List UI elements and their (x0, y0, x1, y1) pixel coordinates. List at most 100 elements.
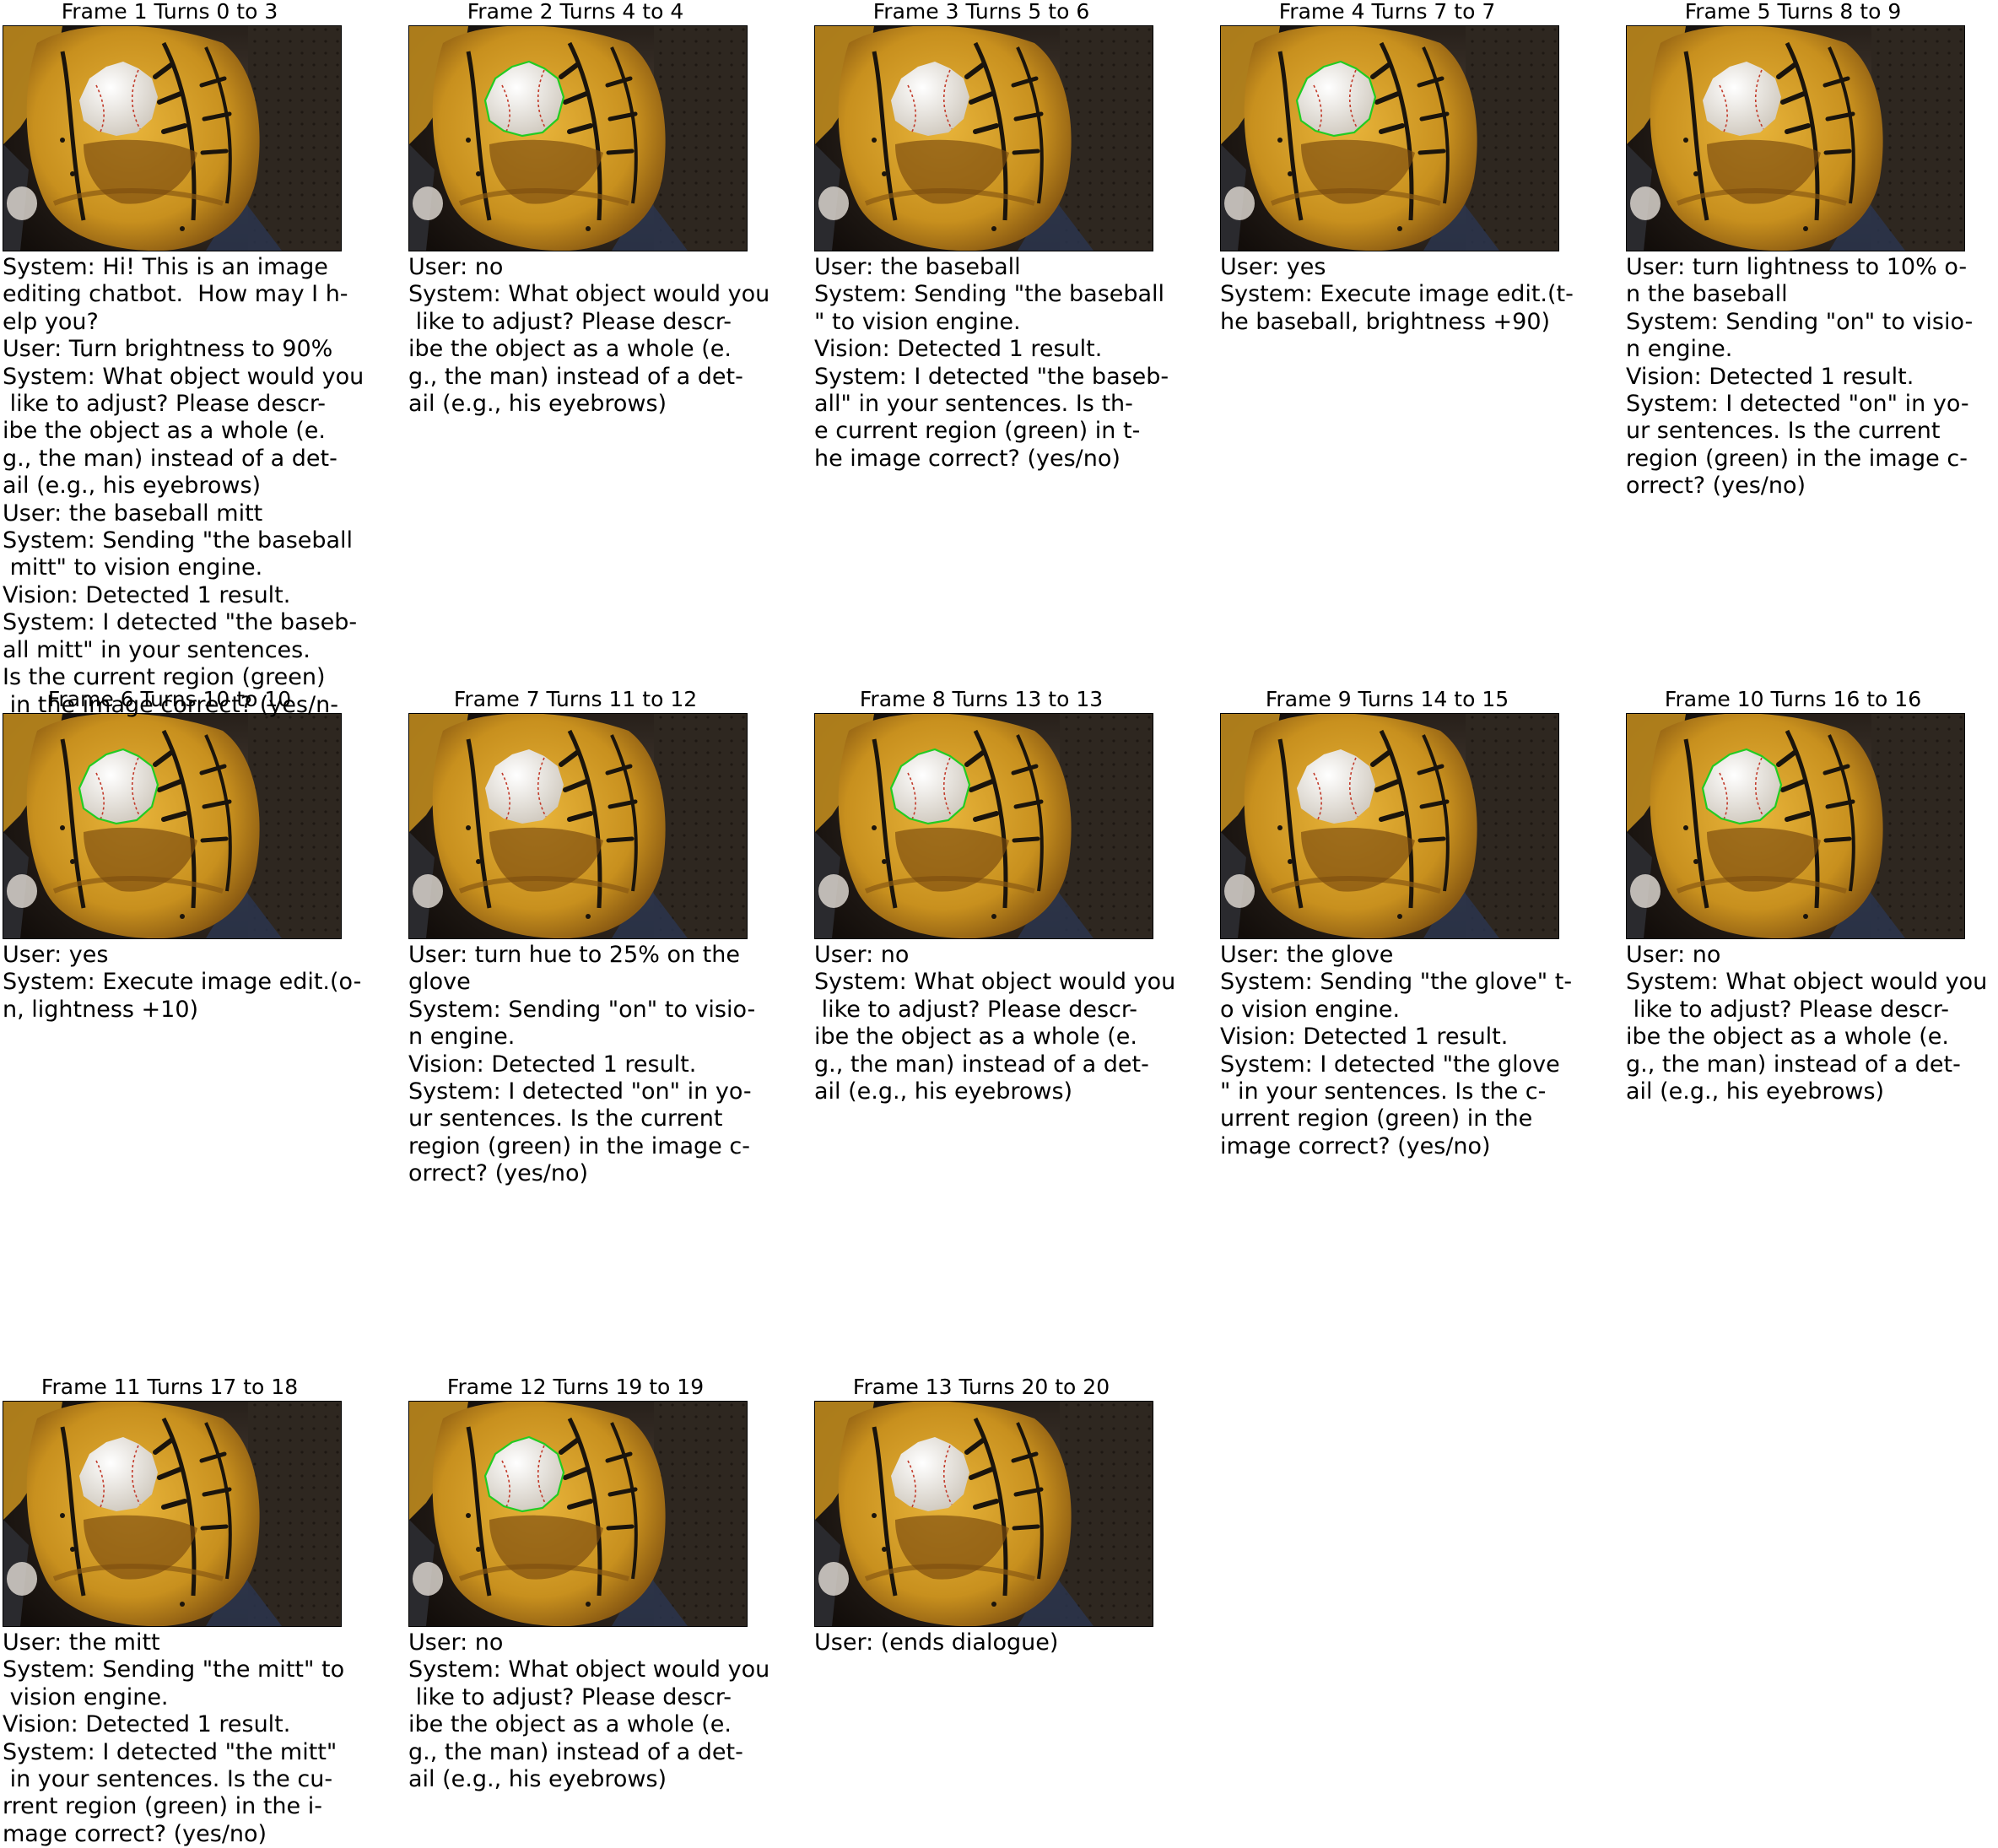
baseball-glove-photo (1221, 26, 1558, 251)
dialogue-line: ail (e.g., his eyebrows) (408, 391, 667, 418)
dialogue-line: he baseball, brightness +90) (1220, 308, 1551, 335)
dialogue-line: ail (e.g., his eyebrows) (1626, 1078, 1885, 1105)
dialogue-line: System: What object would you (3, 363, 364, 390)
dialogue-text: User: yes System: Execute image edit.(t-h… (1220, 254, 1621, 336)
frame-image (3, 25, 342, 251)
dialogue-text: User: yes System: Execute image edit.(o-n… (3, 942, 403, 1024)
dialogue-line: n engine. (1626, 336, 1733, 363)
dialogue-line: ail (e.g., his eyebrows) (3, 473, 262, 500)
dialogue-line: Vision: Detected 1 result. (1220, 1024, 1509, 1051)
dialogue-text: User: turn lightness to 10% o-n the base… (1626, 254, 1998, 500)
dialogue-line: Vision: Detected 1 result. (1626, 363, 1914, 390)
baseball-glove-photo (1627, 714, 1964, 938)
dialogue-line: System: Sending "on" to visio- (1626, 308, 1974, 335)
dialogue-line: ibe the object as a whole (e. (408, 336, 732, 363)
dialogue-line: ibe the object as a whole (e. (814, 1024, 1137, 1051)
frame-title: Frame 5 Turns 8 to 9 (1684, 0, 1902, 24)
dialogue-line: Vision: Detected 1 result. (3, 581, 291, 608)
dialogue-line: User: no (408, 1629, 504, 1656)
dialogue-line: User: the baseball (814, 254, 1021, 280)
baseball-glove-photo (1627, 26, 1964, 251)
dialogue-line: ibe the object as a whole (e. (408, 1711, 732, 1738)
dialogue-line: g., the man) instead of a det- (408, 363, 743, 390)
dialogue-line: n, lightness +10) (3, 996, 199, 1023)
dialogue-line: System: Sending "the baseball (814, 281, 1165, 308)
dialogue-line: " in your sentences. Is the c- (1220, 1078, 1547, 1105)
dialogue-line: region (green) in the image c- (1626, 445, 1968, 472)
dialogue-line: image correct? (yes/no) (1220, 1132, 1491, 1159)
dialogue-line: Vision: Detected 1 result. (814, 336, 1103, 363)
dialogue-line: User: Turn brightness to 90% (3, 336, 333, 363)
baseball-glove-photo (409, 26, 747, 251)
dialogue-line: User: the baseball mitt (3, 500, 263, 527)
frame-title: Frame 3 Turns 5 to 6 (872, 0, 1090, 24)
baseball-glove-photo (815, 1402, 1153, 1626)
dialogue-line: ibe the object as a whole (e. (1626, 1024, 1949, 1051)
dialogue-line: System: Sending "the mitt" to (3, 1656, 345, 1683)
dialogue-line: like to adjust? Please descr- (408, 308, 732, 335)
dialogue-line: g., the man) instead of a det- (408, 1738, 743, 1765)
dialogue-line: in the image correct? (yes/n- (3, 691, 338, 718)
dialogue-text: User: turn hue to 25% on the glove System:… (408, 942, 809, 1188)
dialogue-text: User: no System: What object would you li… (1626, 942, 1998, 1105)
dialogue-line: User: turn lightness to 10% o- (1626, 254, 1968, 280)
baseball-glove-photo (3, 714, 341, 938)
frame-title: Frame 10 Turns 16 to 16 (1664, 687, 1922, 711)
frame-image (408, 25, 748, 251)
frame-image (1220, 713, 1559, 939)
dialogue-text: User: no System: What object would you li… (408, 254, 809, 418)
dialogue-line: he image correct? (yes/no) (814, 445, 1120, 472)
dialogue-line: all" in your sentences. Is th- (814, 391, 1133, 418)
dialogue-text: User: no System: What object would you li… (814, 942, 1215, 1105)
dialogue-line: glove (408, 969, 471, 996)
frame-image (814, 25, 1153, 251)
frame-title: Frame 11 Turns 17 to 18 (40, 1375, 299, 1399)
baseball-glove-photo (3, 1402, 341, 1626)
dialogue-line: mitt" to vision engine. (3, 554, 263, 581)
frame-title: Frame 2 Turns 4 to 4 (467, 0, 684, 24)
dialogue-line: User: no (408, 254, 504, 280)
dialogue-text: System: Hi! This is an image editing chat… (3, 254, 403, 719)
dialogue-text: User: (ends dialogue) (814, 1629, 1215, 1656)
frame-title: Frame 4 Turns 7 to 7 (1278, 0, 1496, 24)
frame-title: Frame 12 Turns 19 to 19 (446, 1375, 705, 1399)
dialogue-line: ur sentences. Is the current (408, 1105, 723, 1132)
frame-image (814, 1401, 1153, 1627)
dialogue-line: vision engine. (3, 1683, 169, 1710)
dialogue-text: User: the mitt System: Sending "the mitt"… (3, 1629, 403, 1848)
dialogue-line: System: I detected "the glove (1220, 1051, 1560, 1078)
dialogue-line: Vision: Detected 1 result. (408, 1051, 697, 1078)
dialogue-line: User: the mitt (3, 1629, 160, 1656)
dialogue-line: System: What object would you (1626, 969, 1988, 996)
frame-image (814, 713, 1153, 939)
dialogue-line: User: the glove (1220, 942, 1394, 968)
baseball-glove-photo (3, 26, 341, 251)
frame-title: Frame 1 Turns 0 to 3 (61, 0, 278, 24)
dialogue-line: region (green) in the image c- (408, 1132, 750, 1159)
dialogue-line: ail (e.g., his eyebrows) (408, 1766, 667, 1793)
dialogue-line: User: (ends dialogue) (814, 1629, 1059, 1656)
dialogue-line: System: I detected "the mitt" (3, 1738, 338, 1765)
frame-image (1220, 25, 1559, 251)
dialogue-line: e current region (green) in t- (814, 418, 1141, 445)
dialogue-line: like to adjust? Please descr- (3, 391, 326, 418)
frame-title: Frame 13 Turns 20 to 20 (852, 1375, 1110, 1399)
dialogue-line: elp you? (3, 308, 99, 335)
dialogue-line: System: What object would you (408, 281, 770, 308)
dialogue-text: User: the glove System: Sending "the glov… (1220, 942, 1621, 1160)
dialogue-line: in your sentences. Is the cu- (3, 1766, 333, 1793)
dialogue-line: o vision engine. (1220, 996, 1401, 1023)
dialogue-line: System: Sending "the glove" t- (1220, 969, 1573, 996)
dialogue-text: User: no System: What object would you li… (408, 1629, 809, 1793)
dialogue-line: System: Hi! This is an image (3, 254, 328, 280)
dialogue-line: User: yes (3, 942, 109, 968)
dialogue-line: System: I detected "on" in yo- (1626, 391, 1969, 418)
dialogue-line: System: Sending "on" to visio- (408, 996, 756, 1023)
dialogue-line: like to adjust? Please descr- (814, 996, 1137, 1023)
dialogue-line: rrent region (green) in the i- (3, 1793, 322, 1820)
frame-title: Frame 7 Turns 11 to 12 (453, 687, 698, 711)
frame-image (3, 1401, 342, 1627)
dialogue-line: User: no (814, 942, 910, 968)
dialogue-line: n engine. (408, 1024, 516, 1051)
frame-image (408, 1401, 748, 1627)
